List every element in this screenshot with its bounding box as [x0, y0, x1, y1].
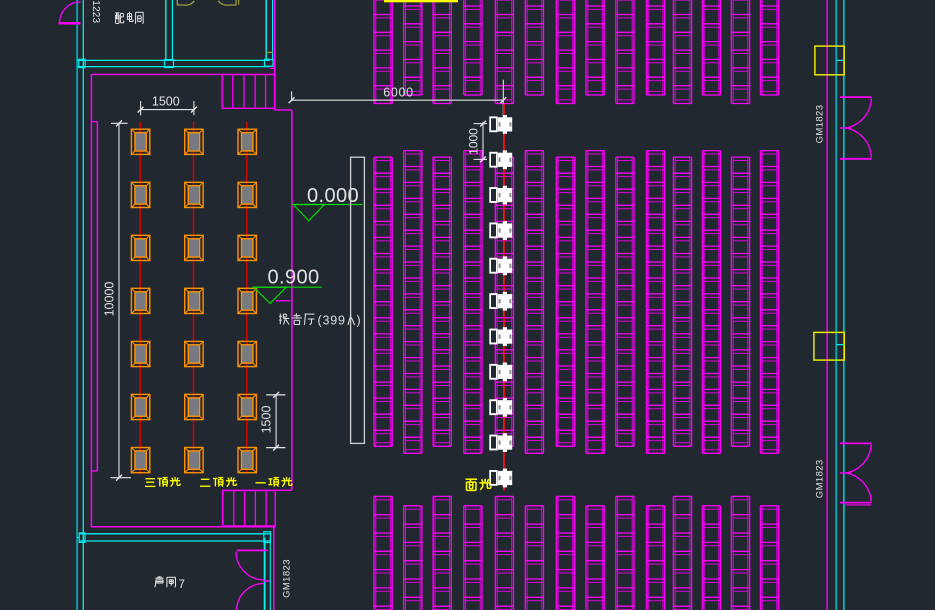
svg-text:0.000: 0.000: [307, 185, 359, 207]
svg-text:GM1223: GM1223: [90, 0, 101, 23]
svg-text:GM1823: GM1823: [815, 105, 826, 144]
svg-text:): ): [357, 314, 361, 328]
svg-text:6000: 6000: [383, 85, 414, 99]
svg-text:GM1823: GM1823: [282, 559, 293, 598]
svg-text:7: 7: [179, 579, 185, 591]
svg-text:1500: 1500: [152, 94, 180, 108]
svg-text:1000: 1000: [467, 128, 481, 155]
svg-text:0.900: 0.900: [268, 266, 320, 288]
svg-text:(399: (399: [318, 314, 346, 328]
svg-text:10000: 10000: [103, 282, 117, 317]
svg-text:1500: 1500: [260, 406, 274, 434]
svg-text:GM1823: GM1823: [815, 459, 826, 498]
